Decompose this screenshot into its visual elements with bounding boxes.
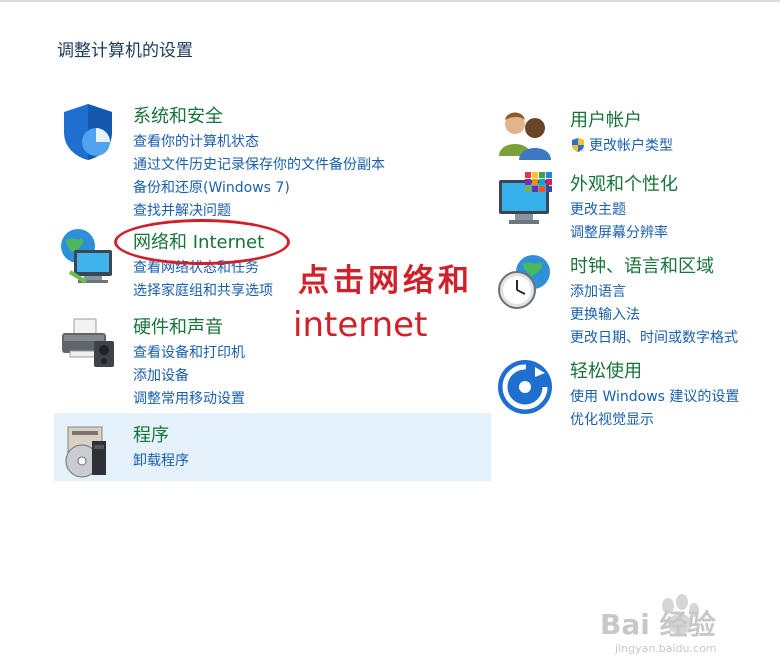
programs-disc-icon[interactable] xyxy=(58,421,118,481)
annotation-highlight-oval xyxy=(114,219,290,265)
link-optimize-visual-display[interactable]: 优化视觉显示 xyxy=(570,409,739,432)
category-programs: 程序 卸载程序 xyxy=(58,421,478,481)
category-title-programs[interactable]: 程序 xyxy=(133,421,169,447)
watermark-url: jingyan.baidu.com xyxy=(615,642,717,655)
clock-globe-icon[interactable] xyxy=(495,252,555,312)
link-backup-restore-win7[interactable]: 备份和还原(Windows 7) xyxy=(133,177,385,200)
link-homegroup-sharing[interactable]: 选择家庭组和共享选项 xyxy=(133,280,273,303)
category-title-user-accounts[interactable]: 用户帐户 xyxy=(570,106,642,132)
ease-of-access-icon[interactable] xyxy=(495,357,555,417)
category-title-appearance[interactable]: 外观和个性化 xyxy=(570,170,678,196)
category-appearance-personalization: 外观和个性化 更改主题 调整屏幕分辨率 xyxy=(495,170,765,241)
link-add-language[interactable]: 添加语言 xyxy=(570,281,738,304)
top-divider xyxy=(0,0,780,2)
page-title: 调整计算机的设置 xyxy=(57,41,193,61)
shield-icon[interactable] xyxy=(58,102,118,162)
category-clock-language-region: 时钟、语言和区域 添加语言 更换输入法 更改日期、时间或数字格式 xyxy=(495,252,765,347)
link-change-input-method[interactable]: 更换输入法 xyxy=(570,304,738,327)
monitor-colors-icon[interactable] xyxy=(495,170,555,230)
category-system-security: 系统和安全 查看你的计算机状态 通过文件历史记录保存你的文件备份副本 备份和还原… xyxy=(58,102,478,222)
link-date-time-format[interactable]: 更改日期、时间或数字格式 xyxy=(570,327,738,350)
link-screen-resolution[interactable]: 调整屏幕分辨率 xyxy=(570,222,668,245)
category-title-hardware-sound[interactable]: 硬件和声音 xyxy=(133,313,223,339)
link-mobility-settings[interactable]: 调整常用移动设置 xyxy=(133,388,245,411)
category-ease-of-access: 轻松使用 使用 Windows 建议的设置 优化视觉显示 xyxy=(495,357,765,428)
watermark-text: Bai 经验 xyxy=(600,608,716,641)
link-devices-printers[interactable]: 查看设备和打印机 xyxy=(133,342,245,365)
users-icon[interactable] xyxy=(495,106,555,166)
link-recommended-settings[interactable]: 使用 Windows 建议的设置 xyxy=(570,386,739,409)
annotation-instruction: 点击网络和 xyxy=(298,263,473,299)
annotation-instruction-internet: internet xyxy=(293,305,428,345)
category-title-system-security[interactable]: 系统和安全 xyxy=(133,102,223,128)
link-file-history-backup[interactable]: 通过文件历史记录保存你的文件备份副本 xyxy=(133,154,385,177)
link-view-computer-status[interactable]: 查看你的计算机状态 xyxy=(133,131,385,154)
link-add-device[interactable]: 添加设备 xyxy=(133,365,245,388)
category-title-ease-of-access[interactable]: 轻松使用 xyxy=(570,357,642,383)
link-change-account-type[interactable]: 更改帐户类型 xyxy=(570,135,673,158)
uac-shield-icon xyxy=(572,138,584,152)
link-uninstall-program[interactable]: 卸载程序 xyxy=(133,450,189,473)
category-user-accounts: 用户帐户 更改帐户类型 xyxy=(495,106,765,166)
printer-icon[interactable] xyxy=(58,313,118,373)
category-title-clock-language-region[interactable]: 时钟、语言和区域 xyxy=(570,252,714,278)
network-globe-icon[interactable] xyxy=(58,228,118,288)
link-change-theme[interactable]: 更改主题 xyxy=(570,199,668,222)
